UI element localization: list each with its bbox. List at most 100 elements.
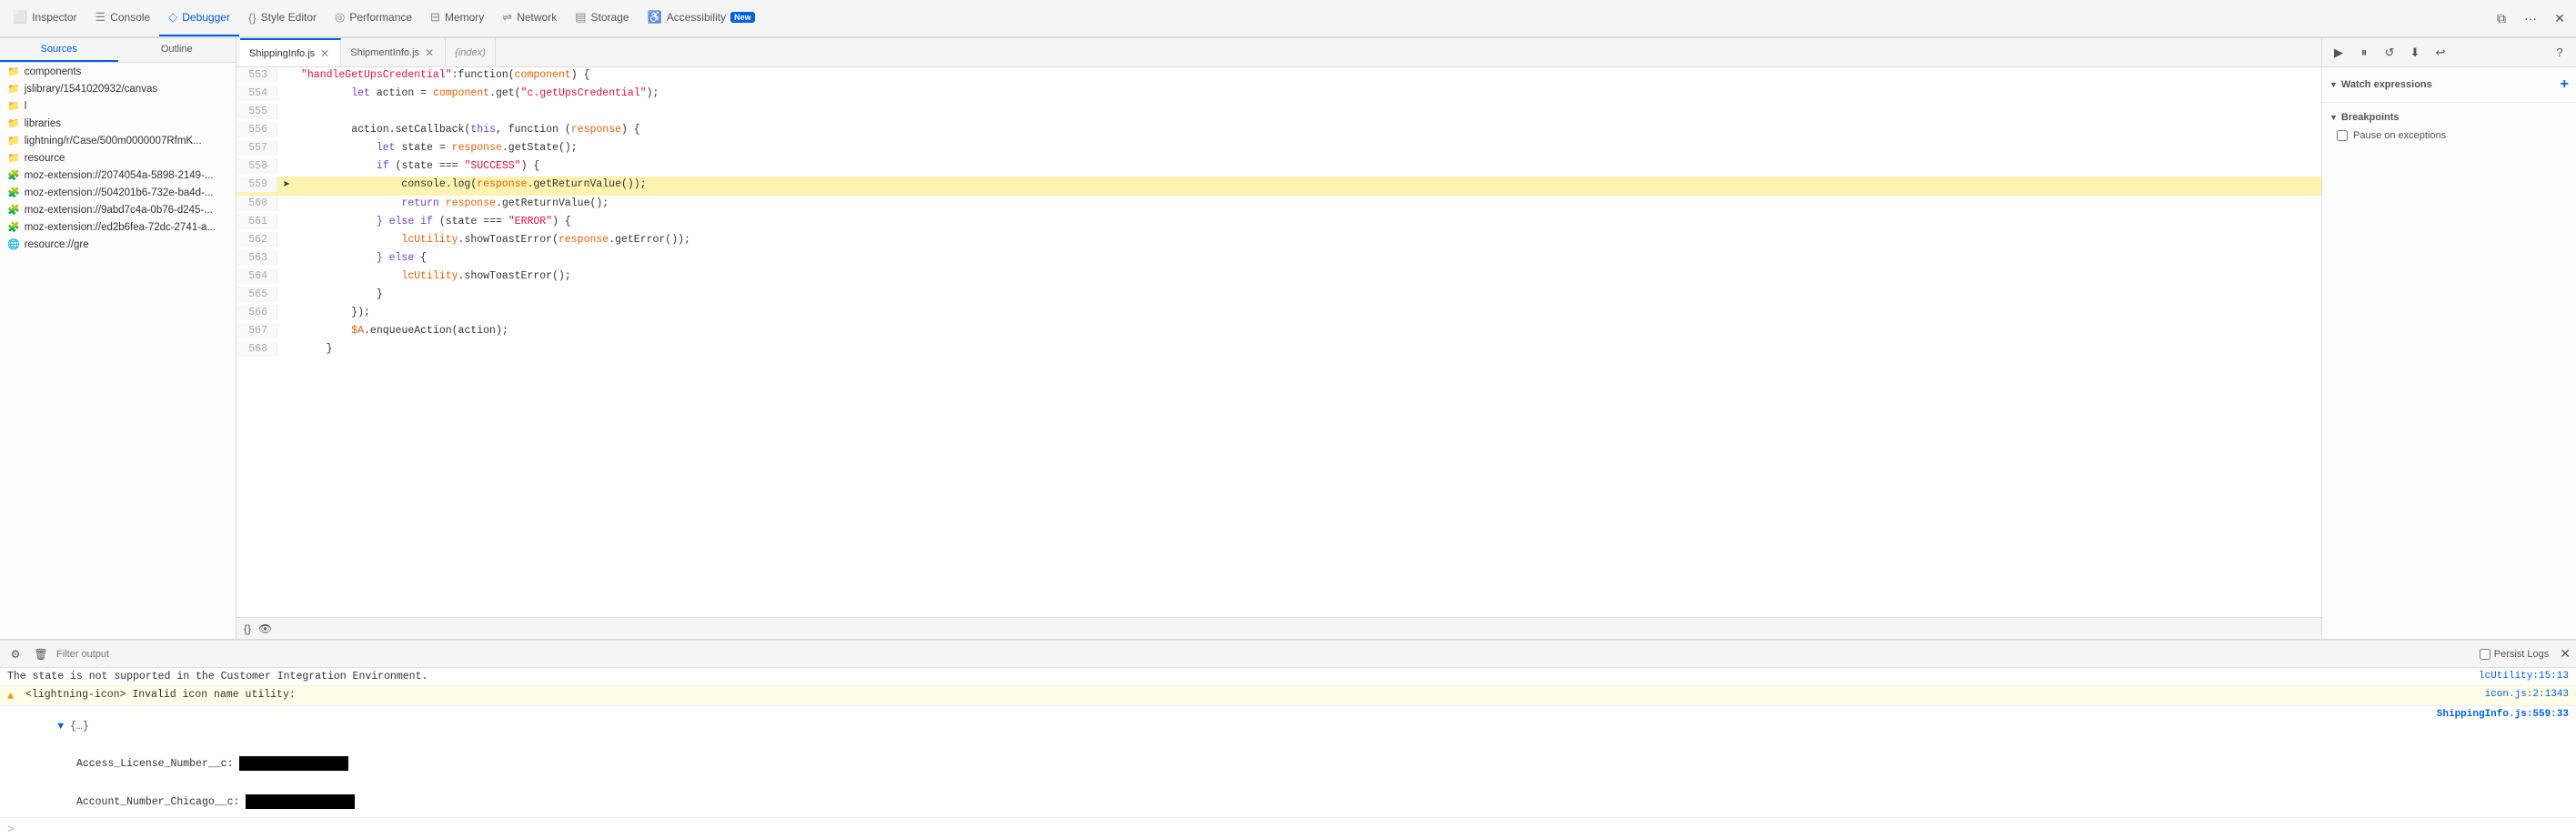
sidebar-item-jslibrary[interactable]: 📁 jslibrary/1541020932/canvas	[0, 80, 236, 97]
editor-tab-shipment-close[interactable]: ✕	[423, 46, 436, 59]
tab-accessibility[interactable]: ♿ Accessibility New	[639, 0, 764, 36]
sidebar-item-resource[interactable]: 📁 resource	[0, 149, 236, 167]
console-clear-icon[interactable]: 🗑	[31, 644, 51, 664]
overflow-menu-button[interactable]: ···	[2518, 5, 2543, 31]
line-num-558: 558	[236, 158, 277, 174]
line-num-555: 555	[236, 104, 277, 119]
persist-logs-label: Persist Logs	[2494, 649, 2550, 660]
persist-logs-checkbox[interactable]	[2480, 649, 2490, 660]
code-line-556: 556 action.setCallback(this, function (r…	[236, 122, 2321, 140]
tab-performance[interactable]: ◎ Performance	[326, 0, 421, 36]
tab-memory[interactable]: ⊟ Memory	[421, 0, 493, 36]
filter-input[interactable]	[56, 649, 2474, 660]
console-message-0: The state is not supported in the Custom…	[7, 671, 2473, 682]
sidebar-item-moz-ext-4[interactable]: 🧩 moz-extension://ed2b6fea-72dc-2741-a..…	[0, 218, 236, 236]
console-line-2: ▼ {…} Access_License_Number__c: Account_…	[0, 706, 2576, 817]
console-toolbar: ⚙ 🗑 Persist Logs ✕	[0, 641, 2576, 668]
tab-performance-label: Performance	[349, 11, 412, 24]
sidebar-item-moz-ext-1[interactable]: 🧩 moz-extension://2074054a-5898-2149-...	[0, 167, 236, 184]
tab-style-editor-label: Style Editor	[261, 11, 317, 24]
obj-key-0: Access_License_Number__c:	[76, 758, 234, 770]
code-line-566: 566 });	[236, 305, 2321, 323]
tab-console[interactable]: ☰ Console	[86, 0, 160, 36]
extension-icon: 🧩	[7, 169, 20, 181]
sidebar-item-libraries[interactable]: 📁 libraries	[0, 115, 236, 132]
line-arrow-559: ➤	[277, 177, 296, 196]
editor-tab-index-label: (index)	[455, 47, 486, 58]
close-console-button[interactable]: ✕	[2560, 646, 2571, 662]
console-filter-icon[interactable]: ⚙	[5, 644, 25, 664]
console-line-0: The state is not supported in the Custom…	[0, 668, 2576, 686]
help-button[interactable]: ?	[2549, 42, 2571, 64]
editor-bottom-bar: {} 👁	[236, 617, 2321, 639]
step-out-button[interactable]: ↩	[2430, 42, 2451, 64]
tab-style-editor[interactable]: {} Style Editor	[239, 0, 326, 36]
step-over-button[interactable]: ↺	[2379, 42, 2400, 64]
console-source-0[interactable]: lcUtility:15:13	[2479, 671, 2569, 682]
extension-icon: 🧩	[7, 221, 20, 233]
sidebar-tab-outline[interactable]: Outline	[118, 38, 236, 62]
extension-icon: 🧩	[7, 204, 20, 216]
performance-icon: ◎	[335, 10, 345, 25]
sidebar-item-components[interactable]: 📁 components	[0, 63, 236, 80]
resume-button[interactable]: ▶	[2328, 42, 2350, 64]
editor-area: ShippingInfo.js ✕ ShipmentInfo.js ✕ (ind…	[236, 38, 2321, 639]
code-line-563: 563 } else {	[236, 250, 2321, 268]
console-source-2[interactable]: ShippingInfo.js:559:33	[2437, 709, 2569, 720]
code-container[interactable]: 553 "handleGetUpsCredential":function(co…	[236, 67, 2321, 617]
line-content-558: if (state === "SUCCESS") {	[296, 158, 2321, 174]
console-cursor: >	[7, 822, 15, 835]
right-panel: ▶ ⏸ ↺ ⬇ ↩ ? ▼ Watch expressions + ▼ Brea…	[2321, 38, 2576, 639]
editor-tab-shipping-label: ShippingInfo.js	[249, 48, 315, 59]
pause-button[interactable]: ⏸	[2353, 42, 2375, 64]
line-num-559: 559	[236, 177, 277, 192]
line-num-553: 553	[236, 67, 277, 83]
line-num-567: 567	[236, 323, 277, 339]
tab-inspector[interactable]: ⬜ Inspector	[4, 0, 86, 36]
watch-expressions-header[interactable]: ▼ Watch expressions +	[2329, 73, 2569, 96]
line-num-554: 554	[236, 86, 277, 101]
line-content-555	[296, 104, 2321, 119]
obj-key-1: Account_Number_Chicago__c:	[76, 796, 239, 808]
line-num-557: 557	[236, 140, 277, 156]
extension-icon: 🧩	[7, 187, 20, 198]
watch-expressions-title: ▼ Watch expressions	[2329, 79, 2432, 90]
sidebar-item-moz-ext-2[interactable]: 🧩 moz-extension://504201b6-732e-ba4d-...	[0, 184, 236, 201]
sidebar-item-resource-gre[interactable]: 🌐 resource://gre	[0, 236, 236, 253]
line-num-565: 565	[236, 287, 277, 302]
line-content-556: action.setCallback(this, function (respo…	[296, 122, 2321, 137]
add-watch-expression-button[interactable]: +	[2561, 76, 2569, 93]
accessibility-icon: ♿	[648, 10, 662, 25]
obj-expand-icon[interactable]: ▼	[57, 721, 70, 733]
line-content-559: console.log(response.getReturnValue());	[296, 177, 2321, 192]
tab-debugger[interactable]: ◇ Debugger	[159, 0, 239, 36]
sidebar-header: Sources Outline	[0, 38, 236, 63]
line-num-568: 568	[236, 341, 277, 357]
editor-tab-shipping[interactable]: ShippingInfo.js ✕	[240, 38, 341, 66]
editor-tab-index[interactable]: (index)	[446, 38, 496, 66]
pretty-print-button[interactable]: {}	[244, 622, 251, 635]
console-source-1[interactable]: icon.js:2:1343	[2485, 689, 2569, 700]
code-line-558: 558 if (state === "SUCCESS") {	[236, 158, 2321, 177]
console-input-row: >	[0, 817, 2576, 839]
line-num-556: 556	[236, 122, 277, 137]
sidebar-item-l[interactable]: 📁 l	[0, 97, 236, 115]
responsive-design-button[interactable]: ⧉	[2489, 5, 2514, 31]
editor-tab-shipping-close[interactable]: ✕	[318, 47, 331, 60]
line-num-561: 561	[236, 214, 277, 229]
sidebar-tab-sources[interactable]: Sources	[0, 38, 118, 62]
pause-on-exceptions-row: Pause on exceptions	[2329, 126, 2569, 145]
close-devtools-button[interactable]: ✕	[2547, 5, 2572, 31]
code-line-557: 557 let state = response.getState();	[236, 140, 2321, 158]
tab-storage[interactable]: ▤ Storage	[566, 0, 638, 36]
editor-tab-shipment[interactable]: ShipmentInfo.js ✕	[341, 38, 446, 66]
code-line-565: 565 }	[236, 287, 2321, 305]
console-line-1: ▲ <lightning-icon> Invalid icon name uti…	[0, 686, 2576, 706]
sidebar-item-lightning[interactable]: 📁 lightning/r/Case/500m0000007RfmK...	[0, 132, 236, 149]
pause-on-exceptions-checkbox[interactable]	[2337, 130, 2348, 141]
blackbox-button[interactable]: 👁	[258, 622, 272, 635]
step-in-button[interactable]: ⬇	[2404, 42, 2426, 64]
tab-network[interactable]: ⇌ Network	[493, 0, 566, 36]
sidebar-item-moz-ext-3[interactable]: 🧩 moz-extension://9abd7c4a-0b76-d245-...	[0, 201, 236, 218]
breakpoints-header[interactable]: ▼ Breakpoints	[2329, 108, 2569, 126]
